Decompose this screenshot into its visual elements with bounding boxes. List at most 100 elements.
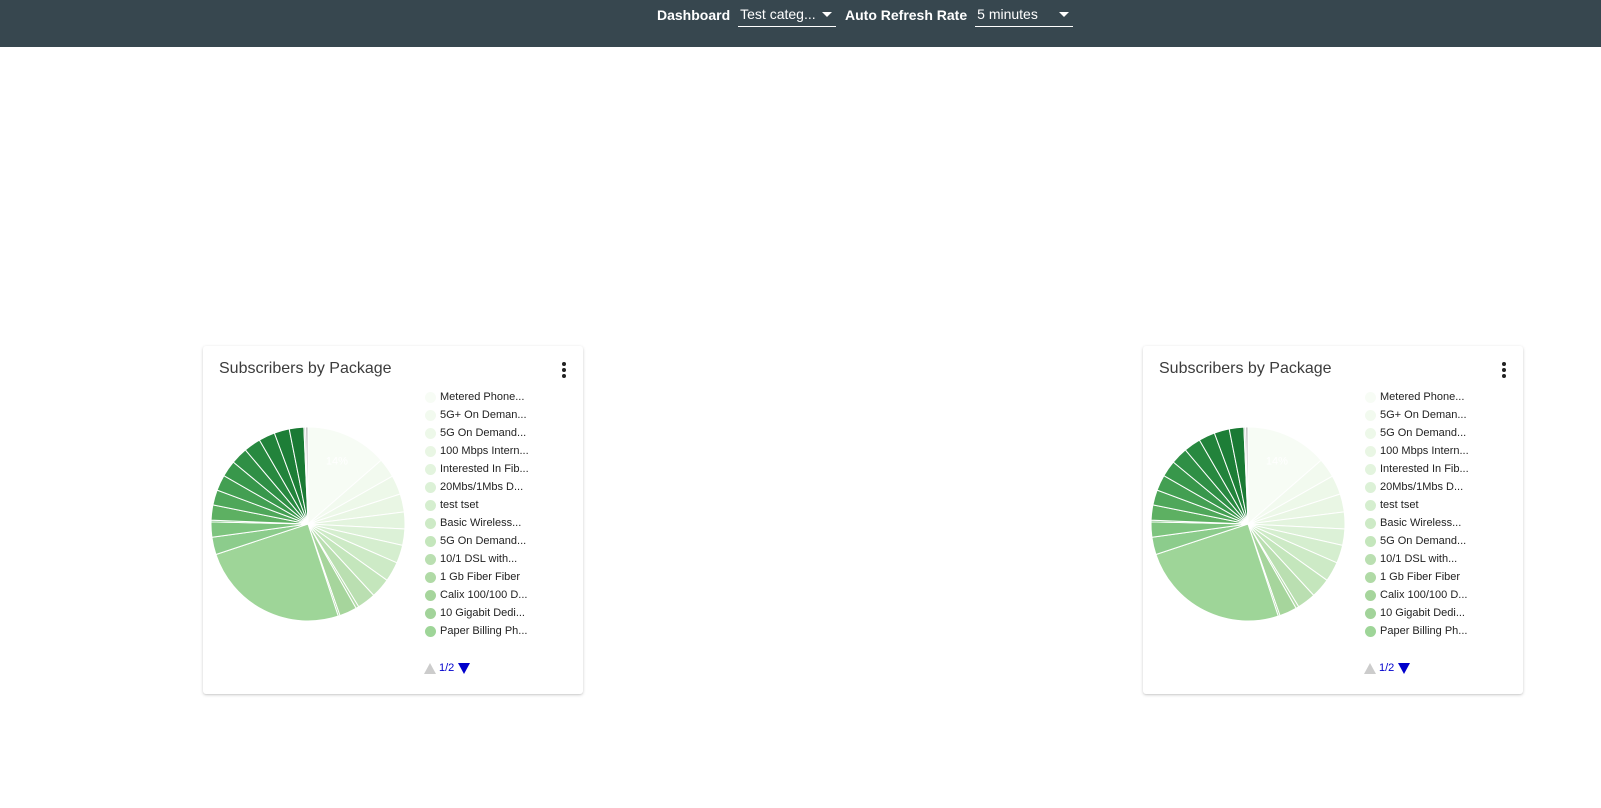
legend-page-text: 1/2 (439, 662, 455, 674)
legend-label: 10/1 DSL with... (1380, 553, 1458, 565)
refresh-rate-value: 5 minutes (977, 6, 1038, 22)
legend-label: 1 Gb Fiber Fiber (1380, 571, 1461, 583)
legend-swatch (425, 553, 436, 565)
triangle-up-icon[interactable] (1364, 662, 1376, 674)
legend-label: test tset (1380, 499, 1419, 511)
legend-swatch (1365, 481, 1376, 493)
legend-swatch (425, 517, 436, 529)
legend-swatch (425, 445, 436, 457)
widget-subscribers-by-package: Subscribers by Package 14% Metered Phone… (203, 346, 583, 694)
triangle-down-icon[interactable] (1398, 662, 1411, 674)
legend-item[interactable]: 100 Mbps Intern... (1363, 442, 1469, 460)
legend-label: Metered Phone... (440, 391, 525, 403)
dashboard-select-value: Test categ... (740, 6, 816, 22)
triangle-up-icon[interactable] (424, 662, 436, 674)
legend-swatch (1365, 589, 1376, 601)
legend-swatch (425, 463, 436, 475)
legend-item[interactable]: test tset (423, 496, 529, 514)
slice-label: 14% (326, 455, 348, 467)
legend-swatch (1365, 553, 1376, 565)
legend-label: 100 Mbps Intern... (1380, 445, 1469, 457)
legend-item[interactable]: 5G On Demand... (423, 424, 529, 442)
legend-label: 5G+ On Deman... (440, 409, 527, 421)
widget-subscribers-by-package: Subscribers by Package 14% Metered Phone… (1143, 346, 1523, 694)
legend-label: 20Mbs/1Mbs D... (440, 481, 524, 493)
legend-swatch (425, 391, 436, 403)
widget-title: Subscribers by Package (219, 360, 392, 377)
legend-label: 5G On Demand... (1380, 427, 1467, 439)
legend-item[interactable]: Basic Wireless... (423, 514, 529, 532)
legend-swatch (1365, 427, 1376, 439)
more-vert-icon[interactable] (559, 362, 569, 380)
pie-chart: 14% (210, 426, 406, 622)
refresh-control: Auto Refresh Rate 5 minutes (845, 0, 1074, 30)
legend-swatch (1365, 571, 1376, 583)
legend-item[interactable]: Paper Billing Ph... (423, 622, 529, 640)
chart-legend: Metered Phone... 5G+ On Deman... 5G On Dem… (1363, 388, 1469, 640)
legend-label: 10 Gigabit Dedi... (440, 607, 525, 619)
legend-swatch (425, 427, 436, 439)
legend-label: 5G On Demand... (1380, 535, 1467, 547)
legend-swatch (425, 625, 436, 637)
legend-pager: 1/2 (424, 662, 471, 674)
legend-swatch (1365, 463, 1376, 475)
refresh-rate-select[interactable]: 5 minutes (975, 3, 1074, 27)
legend-item[interactable]: Metered Phone... (423, 388, 529, 406)
legend-item[interactable]: 10/1 DSL with... (1363, 550, 1469, 568)
legend-label: 1 Gb Fiber Fiber (440, 571, 521, 583)
legend-swatch (1365, 499, 1376, 511)
legend-item[interactable]: 10 Gigabit Dedi... (423, 604, 529, 622)
legend-label: Calix 100/100 D... (1380, 589, 1468, 601)
legend-item[interactable]: Metered Phone... (1363, 388, 1469, 406)
legend-swatch (1365, 535, 1376, 547)
legend-label: 10 Gigabit Dedi... (1380, 607, 1465, 619)
legend-item[interactable]: 5G+ On Deman... (423, 406, 529, 424)
legend-item[interactable]: Basic Wireless... (1363, 514, 1469, 532)
legend-item[interactable]: Paper Billing Ph... (1363, 622, 1469, 640)
legend-item[interactable]: 20Mbs/1Mbs D... (423, 478, 529, 496)
legend-label: Paper Billing Ph... (440, 625, 528, 637)
legend-item[interactable]: 5G On Demand... (1363, 424, 1469, 442)
legend-item[interactable]: 20Mbs/1Mbs D... (1363, 478, 1469, 496)
legend-label: 100 Mbps Intern... (440, 445, 529, 457)
legend-item[interactable]: Calix 100/100 D... (423, 586, 529, 604)
legend-swatch (425, 607, 436, 619)
legend-label: Metered Phone... (1380, 391, 1465, 403)
chevron-down-icon (822, 12, 833, 17)
legend-item[interactable]: 5G On Demand... (1363, 532, 1469, 550)
legend-label: 5G+ On Deman... (1380, 409, 1467, 421)
legend-page-text: 1/2 (1379, 662, 1395, 674)
legend-swatch (425, 481, 436, 493)
legend-swatch (425, 589, 436, 601)
pie-chart: 14% (1150, 426, 1346, 622)
legend-swatch (1365, 409, 1376, 421)
chevron-down-icon (1059, 12, 1070, 17)
legend-item[interactable]: 10 Gigabit Dedi... (1363, 604, 1469, 622)
legend-swatch (1365, 517, 1376, 529)
legend-label: Basic Wireless... (440, 517, 522, 529)
refresh-rate-label: Auto Refresh Rate (845, 7, 968, 23)
legend-label: Basic Wireless... (1380, 517, 1462, 529)
more-vert-icon[interactable] (1499, 362, 1509, 380)
legend-item[interactable]: Calix 100/100 D... (1363, 586, 1469, 604)
dashboard-select[interactable]: Test categ... (738, 3, 837, 27)
legend-label: 5G On Demand... (440, 427, 527, 439)
legend-label: Interested In Fib... (440, 463, 529, 475)
legend-item[interactable]: 1 Gb Fiber Fiber (423, 568, 529, 586)
legend-item[interactable]: 10/1 DSL with... (423, 550, 529, 568)
legend-label: 5G On Demand... (440, 535, 527, 547)
top-toolbar: Dashboard Test categ... Auto Refresh Rat… (0, 0, 1601, 47)
triangle-down-icon[interactable] (458, 662, 471, 674)
legend-label: Calix 100/100 D... (440, 589, 528, 601)
legend-item[interactable]: Interested In Fib... (1363, 460, 1469, 478)
legend-item[interactable]: Interested In Fib... (423, 460, 529, 478)
legend-swatch (1365, 391, 1376, 403)
legend-item[interactable]: 5G+ On Deman... (1363, 406, 1469, 424)
legend-label: Paper Billing Ph... (1380, 625, 1468, 637)
legend-item[interactable]: 100 Mbps Intern... (423, 442, 529, 460)
legend-swatch (425, 499, 436, 511)
widget-title: Subscribers by Package (1159, 360, 1332, 377)
legend-item[interactable]: 5G On Demand... (423, 532, 529, 550)
legend-item[interactable]: 1 Gb Fiber Fiber (1363, 568, 1469, 586)
legend-item[interactable]: test tset (1363, 496, 1469, 514)
